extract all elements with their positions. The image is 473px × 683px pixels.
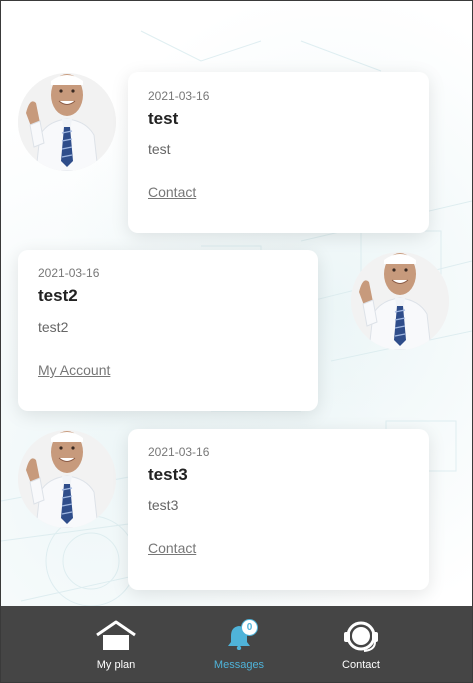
bottom-tab-bar: My plan 0 Messages Contact: [1, 606, 472, 682]
message-date: 2021-03-16: [38, 266, 100, 280]
my-account-link[interactable]: My Account: [38, 362, 110, 378]
notification-badge: 0: [241, 619, 258, 636]
tab-label: Messages: [213, 659, 265, 671]
contact-link[interactable]: Contact: [148, 184, 196, 200]
app-frame: 2021-03-16 test test Contact 2021-03-16 …: [0, 0, 473, 683]
home-icon: [94, 620, 138, 657]
headset-icon: [342, 621, 380, 658]
message-body: test3: [148, 497, 179, 513]
contact-link[interactable]: Contact: [148, 540, 196, 556]
tab-label: Contact: [342, 659, 380, 671]
message-body: test2: [38, 319, 69, 335]
tab-label: My plan: [96, 659, 136, 671]
avatar: [18, 73, 116, 171]
message-date: 2021-03-16: [148, 89, 210, 103]
message-title: test: [148, 109, 179, 128]
message-card: 2021-03-16 test test Contact: [128, 72, 429, 233]
message-title: test2: [38, 286, 78, 305]
worker-portrait-icon: [18, 430, 116, 528]
bell-icon: 0: [226, 619, 258, 655]
tab-messages[interactable]: 0 Messages: [184, 606, 294, 682]
worker-portrait-icon: [18, 73, 116, 171]
message-body: test: [148, 141, 171, 157]
avatar: [351, 252, 449, 350]
message-title: test3: [148, 465, 188, 484]
worker-portrait-icon: [351, 252, 449, 350]
message-date: 2021-03-16: [148, 445, 210, 459]
message-card: 2021-03-16 test2 test2 My Account: [18, 250, 318, 411]
tab-contact[interactable]: Contact: [306, 606, 416, 682]
message-card: 2021-03-16 test3 test3 Contact: [128, 429, 429, 590]
tab-my-plan[interactable]: My plan: [61, 606, 171, 682]
avatar: [18, 430, 116, 528]
